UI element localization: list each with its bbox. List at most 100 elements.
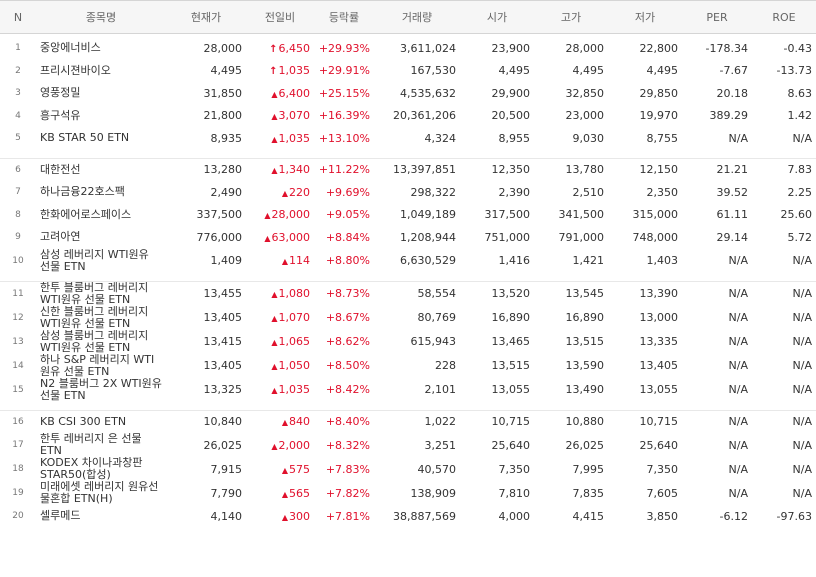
- rate-cell: +8.67%: [325, 311, 370, 324]
- price-cell: 776,000: [196, 230, 243, 244]
- header-row: N 종목명 현재가 전일비 등락률 거래량 시가 고가 저가 PER ROE: [0, 0, 816, 34]
- volume-cell: 6,630,529: [400, 254, 456, 267]
- price-cell: 8,935: [210, 131, 243, 145]
- rank-number: 15: [12, 384, 24, 395]
- stock-name-link[interactable]: KB CSI 300 ETN: [36, 410, 166, 433]
- volume-cell: 167,530: [410, 64, 457, 78]
- change-cell: ▲114: [246, 249, 314, 273]
- stock-name-link[interactable]: 프리시젼바이오: [36, 60, 166, 83]
- rank-number: 16: [12, 416, 24, 427]
- volume-cell: 1,208,944: [400, 230, 456, 244]
- stock-name-link[interactable]: 대한전선: [36, 158, 166, 181]
- group-separator: [0, 272, 816, 282]
- header-name[interactable]: 종목명: [36, 0, 166, 34]
- volume-cell: 13,397,851: [393, 163, 456, 177]
- stock-name-link[interactable]: 하나 S&P 레버리지 WTI원유 선물 ETN: [36, 354, 166, 378]
- stock-name-link[interactable]: 미래에셋 레버리지 원유선물혼합 ETN(H): [36, 481, 166, 505]
- low-cell: 7,350: [646, 462, 679, 476]
- header-low[interactable]: 저가: [608, 0, 682, 34]
- stock-name-link[interactable]: 신한 블룸버그 레버리지 WTI원유 선물 ETN: [36, 306, 166, 330]
- table-row: 11 한투 블룸버그 레버리지 WTI원유 선물 ETN 13,455 ▲1,080 +…: [0, 281, 816, 306]
- up-triangle-icon: ▲: [271, 441, 278, 451]
- open-cell: 13,520: [491, 287, 531, 300]
- header-rate[interactable]: 등락률: [314, 0, 374, 34]
- stock-name-link[interactable]: N2 블룸버그 2X WTI원유선물 ETN: [36, 378, 166, 402]
- rate-cell: +7.82%: [325, 486, 370, 500]
- separator-cell: [0, 401, 816, 411]
- table-row: 1 중앙에너비스 28,000 ↑6,450 +29.93% 3,611,024 23,90…: [0, 37, 816, 60]
- header-price[interactable]: 현재가: [166, 0, 246, 34]
- per-cell: N/A: [728, 335, 748, 348]
- change-cell: ↑6,450: [246, 37, 314, 60]
- table-row: 5 KB STAR 50 ETN 8,935 ▲1,035 +13.10% 4,324 8,…: [0, 127, 816, 150]
- rate-cell: +29.91%: [318, 64, 370, 78]
- table-row: 7 하나금융22호스팩 2,490 ▲220 +9.69% 298,322 2,390 2,5…: [0, 181, 816, 204]
- header-open[interactable]: 시가: [460, 0, 534, 34]
- price-cell: 13,280: [203, 163, 243, 177]
- high-cell: 13,515: [565, 335, 605, 348]
- change-value: 28,000: [271, 208, 311, 222]
- stock-name-link[interactable]: 삼성 블룸버그 레버리지 WTI원유 선물 ETN: [36, 330, 166, 354]
- change-cell: ▲565: [246, 481, 314, 505]
- rank-number: 10: [12, 255, 24, 266]
- stock-name-link[interactable]: 고려아연: [36, 226, 166, 249]
- stock-name-link[interactable]: KB STAR 50 ETN: [36, 127, 166, 150]
- open-cell: 1,416: [498, 254, 531, 267]
- rank-number: 4: [15, 110, 21, 121]
- price-cell: 31,850: [203, 86, 243, 100]
- change-cell: ▲6,400: [246, 82, 314, 105]
- low-cell: 13,335: [639, 335, 679, 348]
- stock-name-link[interactable]: 한투 블룸버그 레버리지 WTI원유 선물 ETN: [36, 281, 166, 306]
- rate-cell: +25.15%: [318, 86, 370, 100]
- stock-name-link[interactable]: KODEX 차이나과창판 STAR50(합성): [36, 457, 166, 481]
- up-triangle-icon: ▲: [264, 211, 271, 221]
- stock-name-link[interactable]: 셀루메드: [36, 505, 166, 528]
- low-cell: 13,390: [639, 287, 679, 300]
- rate-cell: +8.40%: [325, 415, 370, 429]
- high-cell: 13,490: [565, 383, 605, 396]
- open-cell: 12,350: [491, 163, 531, 177]
- stock-name-link[interactable]: 중앙에너비스: [36, 37, 166, 60]
- upper-limit-arrow-icon: ↑: [269, 66, 278, 78]
- stock-name-link[interactable]: 한투 레버리지 은 선물 ETN: [36, 433, 166, 457]
- high-cell: 13,545: [565, 287, 605, 300]
- stock-name-link[interactable]: 흥구석유: [36, 105, 166, 128]
- table-body: 1 중앙에너비스 28,000 ↑6,450 +29.93% 3,611,024 23,90…: [0, 34, 816, 528]
- up-triangle-icon: ▲: [281, 489, 288, 499]
- stock-name-link[interactable]: 삼성 레버리지 WTI원유 선물 ETN: [36, 249, 166, 273]
- change-value: 300: [289, 509, 310, 523]
- low-cell: 29,850: [639, 86, 679, 100]
- header-change[interactable]: 전일비: [246, 0, 314, 34]
- table-row: 20 셀루메드 4,140 ▲300 +7.81% 38,887,569 4,000 4,41…: [0, 505, 816, 528]
- low-cell: 10,715: [639, 415, 679, 429]
- rank-number: 19: [12, 488, 24, 498]
- roe-cell: N/A: [792, 311, 812, 324]
- header-high[interactable]: 고가: [534, 0, 608, 34]
- change-cell: ▲2,000: [246, 433, 314, 457]
- roe-cell: N/A: [792, 462, 812, 476]
- header-volume[interactable]: 거래량: [374, 0, 460, 34]
- volume-cell: 1,022: [424, 415, 457, 429]
- roe-cell: 8.63: [787, 86, 813, 100]
- high-cell: 13,590: [565, 359, 605, 372]
- up-triangle-icon: ▲: [271, 290, 278, 299]
- table-row: 12 신한 블룸버그 레버리지 WTI원유 선물 ETN 13,405 ▲1,070 +…: [0, 306, 816, 330]
- header-per[interactable]: PER: [682, 0, 752, 34]
- rate-cell: +8.73%: [325, 287, 370, 300]
- price-cell: 337,500: [196, 208, 243, 222]
- stock-name-link[interactable]: 한화에어로스페이스: [36, 204, 166, 227]
- rate-cell: +9.69%: [325, 185, 370, 199]
- header-roe[interactable]: ROE: [752, 0, 816, 34]
- roe-cell: 25.60: [780, 208, 813, 222]
- open-cell: 23,900: [491, 41, 531, 55]
- change-value: 2,000: [278, 438, 311, 452]
- roe-cell: N/A: [792, 254, 812, 267]
- stock-name-link[interactable]: 영풍정밀: [36, 82, 166, 105]
- open-cell: 20,500: [491, 109, 531, 123]
- up-triangle-icon: ▲: [281, 188, 288, 198]
- table-row: 16 KB CSI 300 ETN 10,840 ▲840 +8.40% 1,022 10,…: [0, 410, 816, 433]
- stock-name-link[interactable]: 하나금융22호스팩: [36, 181, 166, 204]
- rate-cell: +8.84%: [325, 230, 370, 244]
- high-cell: 13,780: [565, 163, 605, 177]
- change-value: 1,080: [278, 287, 311, 300]
